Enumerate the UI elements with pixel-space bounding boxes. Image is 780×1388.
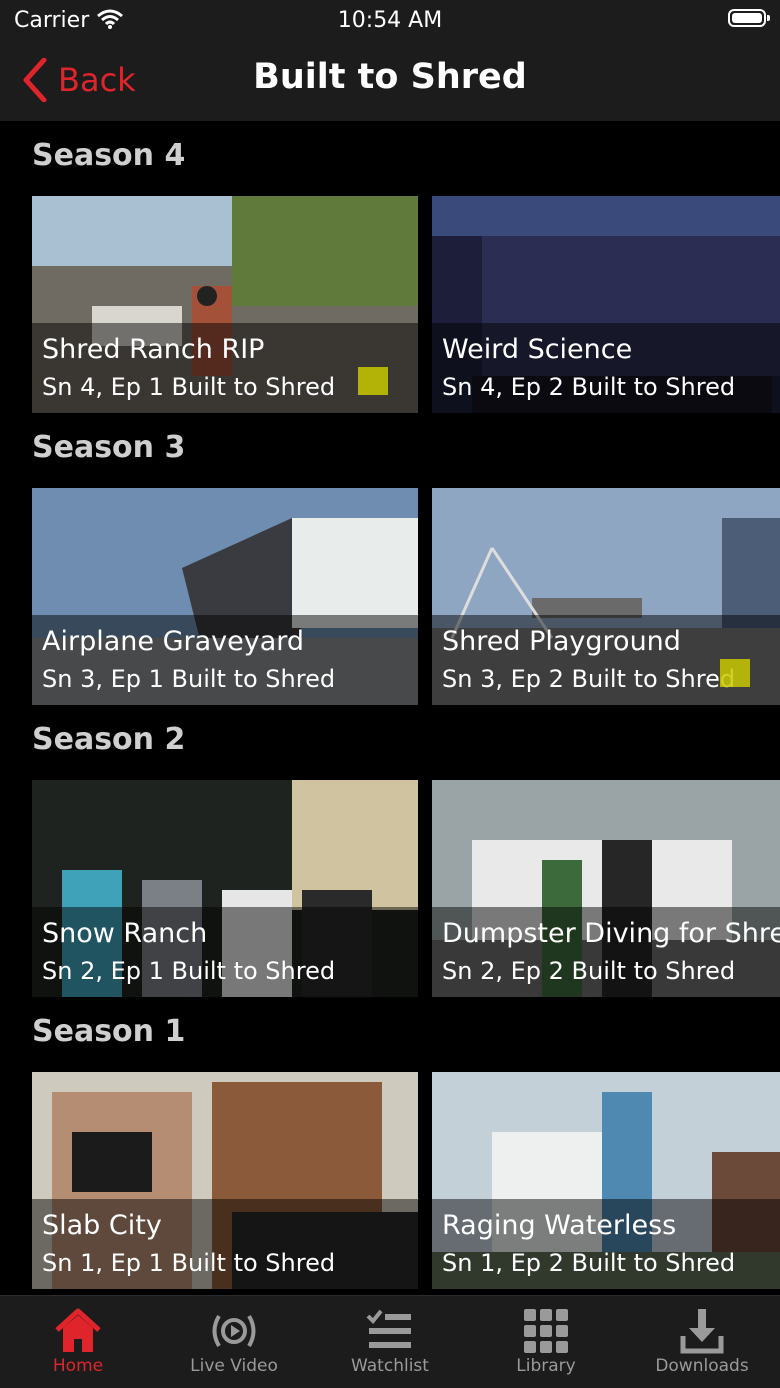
tab-library[interactable]: Library <box>468 1296 624 1388</box>
tab-label: Live Video <box>190 1356 278 1376</box>
episode-title: Raging Waterless <box>442 1210 677 1241</box>
episode-tile[interactable]: Airplane Graveyard Sn 3, Ep 1 Built to S… <box>32 488 418 705</box>
watchlist-icon <box>366 1309 411 1348</box>
episode-title: Weird Science <box>442 334 633 365</box>
home-icon <box>55 1308 101 1352</box>
downloads-icon <box>680 1309 724 1354</box>
channel-logo <box>720 659 750 687</box>
episode-subtitle: Sn 1, Ep 1 Built to Shred <box>42 1249 336 1277</box>
clock: 10:54 AM <box>337 8 443 33</box>
episode-subtitle: Sn 4, Ep 2 Built to Shred <box>442 373 736 401</box>
episode-tile[interactable]: Shred Playground Sn 3, Ep 2 Built to Shr… <box>432 488 780 705</box>
episode-list[interactable]: Season 4 Shred Ranch RIP Sn 4, Ep 1 Buil… <box>0 121 780 1295</box>
season-title: Season 3 <box>32 430 186 465</box>
battery-icon <box>728 9 770 27</box>
episode-tile[interactable]: Slab City Sn 1, Ep 1 Built to Shred <box>32 1072 418 1289</box>
episode-subtitle: Sn 3, Ep 1 Built to Shred <box>42 665 336 693</box>
episode-tile[interactable]: Shred Ranch RIP Sn 4, Ep 1 Built to Shre… <box>32 196 418 413</box>
season-title: Season 4 <box>32 138 186 173</box>
library-icon <box>524 1309 568 1353</box>
episode-title: Shred Playground <box>442 626 681 657</box>
episode-tile[interactable]: Snow Ranch Sn 2, Ep 1 Built to Shred <box>32 780 418 997</box>
channel-logo <box>358 367 388 395</box>
page-title: Built to Shred <box>253 57 527 97</box>
live-video-icon <box>212 1314 256 1348</box>
episode-tile[interactable]: Weird Science Sn 4, Ep 2 Built to Shred <box>432 196 780 413</box>
episode-subtitle: Sn 2, Ep 1 Built to Shred <box>42 957 336 985</box>
episode-subtitle: Sn 2, Ep 2 Built to Shred <box>442 957 736 985</box>
tab-label: Home <box>52 1356 104 1376</box>
tab-label: Watchlist <box>351 1356 429 1376</box>
tab-bar: Home Live Video Watchlist Library Downlo… <box>0 1295 780 1388</box>
episode-subtitle: Sn 1, Ep 2 Built to Shred <box>442 1249 736 1277</box>
tab-label: Downloads <box>655 1356 749 1376</box>
episode-title: Dumpster Diving for Shred <box>442 918 780 949</box>
episode-title: Slab City <box>42 1210 162 1241</box>
episode-subtitle: Sn 4, Ep 1 Built to Shred <box>42 373 336 401</box>
tab-watchlist[interactable]: Watchlist <box>312 1296 468 1388</box>
tab-home[interactable]: Home <box>0 1296 156 1388</box>
navigation-bar: Back Built to Shred <box>0 40 780 121</box>
episode-title: Snow Ranch <box>42 918 208 949</box>
episode-title: Shred Ranch RIP <box>42 334 265 365</box>
episode-title: Airplane Graveyard <box>42 626 305 657</box>
season-title: Season 2 <box>32 722 186 757</box>
tab-live-video[interactable]: Live Video <box>156 1296 312 1388</box>
episode-tile[interactable]: Raging Waterless Sn 1, Ep 2 Built to Shr… <box>432 1072 780 1289</box>
tab-downloads[interactable]: Downloads <box>624 1296 780 1388</box>
status-bar: Carrier 10:54 AM <box>0 0 780 40</box>
episode-tile[interactable]: Dumpster Diving for Shred Sn 2, Ep 2 Bui… <box>432 780 780 997</box>
tab-label: Library <box>516 1356 576 1376</box>
season-title: Season 1 <box>32 1014 186 1049</box>
episode-subtitle: Sn 3, Ep 2 Built to Shred <box>442 665 736 693</box>
